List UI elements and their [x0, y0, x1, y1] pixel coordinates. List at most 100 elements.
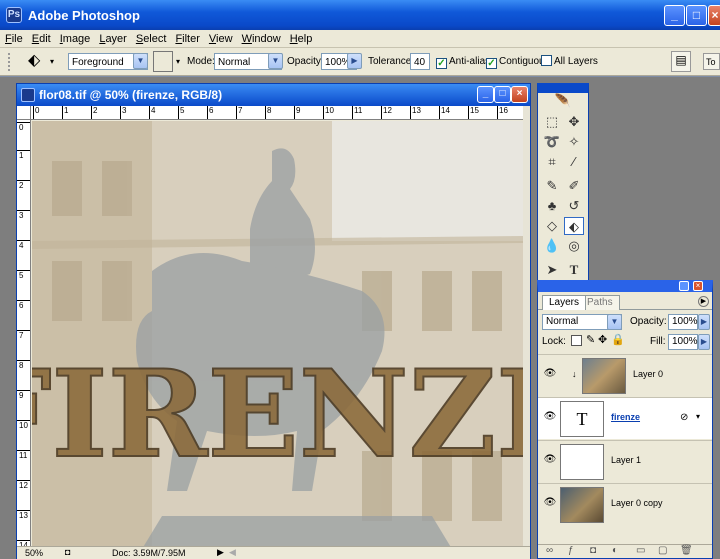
- link-layers-icon[interactable]: ∞: [546, 545, 553, 556]
- eraser-icon[interactable]: ◇: [542, 217, 562, 235]
- layer-thumbnail: [560, 487, 604, 523]
- vertical-scrollbar[interactable]: [523, 106, 530, 546]
- type-icon[interactable]: T: [564, 261, 584, 279]
- ruler-origin[interactable]: [17, 106, 31, 120]
- menu-filter[interactable]: Filter: [170, 30, 203, 45]
- chevron-down-icon[interactable]: ▼: [607, 314, 622, 330]
- ruler-tick: 7: [236, 106, 242, 119]
- layer-style-icon[interactable]: ƒ: [568, 545, 574, 556]
- status-menu-arrow-icon[interactable]: ▶: [217, 547, 224, 558]
- tolerance-input[interactable]: 40: [410, 53, 430, 70]
- tool-preset-arrow-icon[interactable]: ▾: [50, 53, 54, 70]
- visibility-eye-icon[interactable]: 👁: [543, 454, 557, 468]
- chevron-down-icon[interactable]: ▼: [133, 53, 148, 69]
- menu-file[interactable]: File: [0, 30, 27, 45]
- slice-icon[interactable]: ⁄: [564, 153, 584, 171]
- blur-icon[interactable]: 💧: [542, 237, 562, 255]
- menu-help[interactable]: Help: [285, 30, 317, 45]
- close-button[interactable]: ×: [708, 5, 720, 26]
- layer-opacity-input[interactable]: 100%: [668, 314, 698, 330]
- vertical-ruler[interactable]: 0 1 2 3 4 5 6 7 8 9 10 11 12 13 14: [17, 120, 31, 550]
- magic-wand-icon[interactable]: ✧: [564, 133, 584, 151]
- image-canvas[interactable]: FIRENZE: [32, 121, 523, 549]
- maximize-button[interactable]: □: [686, 5, 707, 26]
- doc-close-button[interactable]: ×: [511, 86, 528, 103]
- opacity-slider-arrow-icon[interactable]: ▶: [347, 53, 362, 69]
- lock-label: Lock:: [542, 336, 566, 347]
- ruler-tick: 12: [381, 106, 392, 119]
- all-layers-option[interactable]: All Layers: [541, 53, 598, 70]
- minimize-button[interactable]: _: [664, 5, 685, 26]
- opacity-slider-arrow-icon[interactable]: ▶: [698, 314, 710, 330]
- ruler-tick: 8: [17, 360, 30, 370]
- options-grip[interactable]: [8, 53, 14, 71]
- visibility-eye-icon[interactable]: 👁: [543, 497, 557, 511]
- tab-layers[interactable]: Layers: [542, 295, 587, 310]
- doc-maximize-button[interactable]: □: [494, 86, 511, 103]
- layer-name[interactable]: Layer 0 copy: [611, 498, 663, 508]
- chevron-down-icon[interactable]: ▼: [268, 53, 283, 69]
- doc-minimize-button[interactable]: _: [477, 86, 494, 103]
- menu-layer[interactable]: Layer: [94, 30, 131, 45]
- fill-slider-arrow-icon[interactable]: ▶: [698, 334, 710, 350]
- menu-window[interactable]: Window: [237, 30, 285, 45]
- panel-menu-icon[interactable]: ▶: [698, 296, 709, 307]
- scroll-left-icon[interactable]: ◀: [229, 547, 236, 558]
- new-group-icon[interactable]: ▭: [636, 545, 645, 556]
- visibility-eye-icon[interactable]: 👁: [543, 411, 557, 425]
- dodge-icon[interactable]: ◎: [564, 237, 584, 255]
- crop-icon[interactable]: ⌗: [542, 153, 562, 171]
- healing-brush-icon[interactable]: ✎: [542, 177, 562, 195]
- lock-all-icon[interactable]: 🔒: [611, 333, 625, 346]
- document-title-bar[interactable]: flor08.tif @ 50% (firenze, RGB/8) _ □ ×: [17, 84, 530, 106]
- anti-alias-checkbox[interactable]: ✓: [436, 58, 447, 69]
- layer-row-layer-0-copy[interactable]: 👁 Layer 0 copy: [538, 483, 712, 525]
- all-layers-checkbox[interactable]: [541, 55, 552, 66]
- layer-mask-icon[interactable]: ◘: [590, 545, 596, 556]
- marquee-icon[interactable]: ⬚: [542, 113, 562, 131]
- lock-pixels-icon[interactable]: ✎: [586, 333, 595, 346]
- layer-name[interactable]: Layer 0: [633, 369, 663, 379]
- status-icon[interactable]: ◘: [65, 547, 70, 557]
- menu-edit[interactable]: Edit: [27, 30, 55, 45]
- new-layer-icon[interactable]: ▢: [658, 545, 667, 556]
- paint-bucket-tool-icon[interactable]: ⬖: [28, 53, 40, 70]
- menu-image[interactable]: Image: [55, 30, 95, 45]
- zoom-level[interactable]: 50%: [25, 548, 43, 558]
- paint-bucket-icon[interactable]: ⬖: [564, 217, 584, 235]
- lasso-icon[interactable]: ➰: [542, 133, 562, 151]
- lock-position-icon[interactable]: ✥: [598, 333, 607, 346]
- file-browser-icon[interactable]: ▤: [671, 51, 691, 72]
- layer-fill-input[interactable]: 100%: [668, 334, 698, 350]
- pattern-swatch[interactable]: [153, 51, 173, 72]
- layer-row-firenze[interactable]: 👁 T firenze ⊘ ▾: [538, 397, 712, 439]
- history-brush-icon[interactable]: ↺: [564, 197, 584, 215]
- visibility-eye-icon[interactable]: 👁: [543, 368, 557, 382]
- path-selection-icon[interactable]: ➤: [542, 261, 562, 279]
- ruler-tick: 6: [207, 106, 213, 119]
- ruler-tick: 3: [17, 210, 30, 220]
- contiguous-checkbox[interactable]: ✓: [486, 58, 497, 69]
- anti-alias-option[interactable]: ✓ Anti-alias: [436, 53, 490, 70]
- clone-stamp-icon[interactable]: ♣: [542, 197, 562, 215]
- layer-row-layer-1[interactable]: 👁 Layer 1: [538, 440, 712, 482]
- layer-name[interactable]: firenze: [611, 412, 640, 422]
- ruler-tick: 6: [17, 300, 30, 310]
- horizontal-ruler[interactable]: 0 1 2 3 4 5 6 7 8 9 10 11 12 13 14 15 16: [31, 106, 524, 120]
- menu-select[interactable]: Select: [131, 30, 171, 45]
- layer-effects-icon[interactable]: ⊘: [680, 412, 688, 423]
- layer-options-arrow-icon[interactable]: ▾: [696, 412, 700, 421]
- menu-view[interactable]: View: [204, 30, 237, 45]
- panel-minimize-button[interactable]: [679, 281, 689, 291]
- layer-row-layer-0[interactable]: 👁 ↓ Layer 0: [538, 354, 712, 396]
- pattern-arrow-icon[interactable]: ▾: [176, 53, 180, 70]
- delete-layer-icon[interactable]: 🗑: [680, 545, 693, 556]
- brush-icon[interactable]: ✐: [564, 177, 584, 195]
- move-icon[interactable]: ✥: [564, 113, 584, 131]
- panel-close-button[interactable]: ×: [693, 281, 703, 291]
- layer-name[interactable]: Layer 1: [611, 455, 641, 465]
- layers-panel-footer: ∞ ƒ ◘ ◐ ▭ ▢ 🗑: [538, 544, 712, 558]
- palette-well[interactable]: To: [703, 53, 720, 70]
- adjustment-layer-icon[interactable]: ◐: [612, 545, 618, 556]
- lock-transparency-icon[interactable]: [571, 335, 582, 346]
